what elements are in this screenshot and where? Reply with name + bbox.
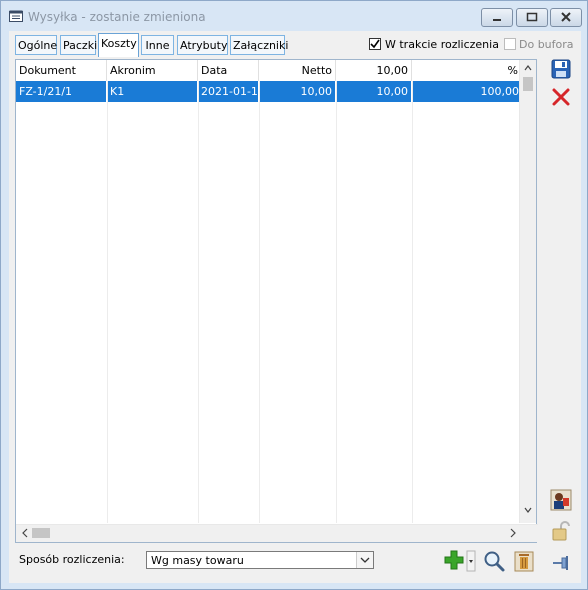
delete-button[interactable] xyxy=(512,549,536,573)
content-panel: Ogólne Paczki Koszty Inne Atrybuty Załąc… xyxy=(9,31,581,583)
pin-icon xyxy=(553,556,568,570)
checkmark-icon xyxy=(370,39,380,49)
contractor-button[interactable] xyxy=(550,489,572,511)
do-bufora-checkbox[interactable] xyxy=(504,38,516,50)
plus-green-icon xyxy=(444,550,476,572)
contractor-icon xyxy=(550,489,572,511)
column-divider xyxy=(412,81,413,523)
maximize-button[interactable] xyxy=(516,8,548,27)
table-row[interactable]: FZ-1/21/1 K1 2021-01-11 10,00 10,00 100,… xyxy=(16,81,522,102)
tab-inne[interactable]: Inne xyxy=(141,35,174,55)
tab-zalaczniki[interactable]: Załączniki xyxy=(230,35,288,55)
close-window-button[interactable] xyxy=(550,8,582,27)
sposob-rozliczenia-value: Wg masy towaru xyxy=(151,554,244,567)
cancel-button[interactable] xyxy=(550,86,572,108)
cell-amount: 10,00 xyxy=(336,81,412,102)
column-divider xyxy=(198,81,199,523)
window: Wysyłka - zostanie zmieniona Ogólne Pacz… xyxy=(0,0,588,590)
column-divider xyxy=(336,81,337,523)
pin-button[interactable] xyxy=(550,552,572,574)
scroll-left-icon[interactable] xyxy=(21,525,29,546)
tab-ogolne[interactable]: Ogólne xyxy=(15,35,57,55)
tab-koszty[interactable]: Koszty xyxy=(98,33,139,57)
cell-akronim: K1 xyxy=(107,81,198,102)
magnifier-icon xyxy=(484,551,505,572)
tab-paczki[interactable]: Paczki xyxy=(60,35,97,55)
chevron-down-icon xyxy=(360,557,370,563)
cell-netto: 10,00 xyxy=(259,81,336,102)
close-red-icon xyxy=(552,88,570,106)
trash-icon xyxy=(514,551,534,572)
column-header-data[interactable]: Data xyxy=(198,60,259,81)
window-title: Wysyłka - zostanie zmieniona xyxy=(28,10,206,24)
sposob-rozliczenia-label: Sposób rozliczenia: xyxy=(19,553,125,566)
add-button[interactable] xyxy=(443,549,477,573)
save-icon xyxy=(551,59,571,79)
cell-dokument: FZ-1/21/1 xyxy=(16,81,107,102)
tab-atrybuty[interactable]: Atrybuty xyxy=(177,35,228,55)
column-header-amount[interactable]: 10,00 xyxy=(336,60,412,81)
search-button[interactable] xyxy=(482,549,506,573)
lock-button[interactable] xyxy=(550,520,572,542)
scroll-right-icon[interactable] xyxy=(509,525,517,546)
dropdown-button[interactable] xyxy=(356,552,373,568)
horizontal-scrollbar[interactable] xyxy=(16,524,538,542)
scroll-down-icon[interactable] xyxy=(524,502,532,523)
column-divider xyxy=(259,81,260,523)
horizontal-scroll-thumb[interactable] xyxy=(32,528,50,538)
titlebar: Wysyłka - zostanie zmieniona xyxy=(1,1,587,31)
vertical-scroll-thumb[interactable] xyxy=(523,77,533,91)
table-header: Dokument Akronim Data Netto 10,00 % xyxy=(16,60,522,82)
cell-percent: 100,00 xyxy=(480,85,520,98)
vertical-scrollbar[interactable] xyxy=(519,60,536,523)
lock-icon xyxy=(552,521,570,541)
column-divider xyxy=(107,81,108,523)
column-header-percent[interactable]: % xyxy=(412,60,522,81)
save-button[interactable] xyxy=(550,58,572,80)
column-header-netto[interactable]: Netto xyxy=(259,60,336,81)
costs-table[interactable]: Dokument Akronim Data Netto 10,00 % FZ-1… xyxy=(15,59,538,543)
sposob-rozliczenia-select[interactable]: Wg masy towaru xyxy=(146,551,374,569)
w-trakcie-checkbox[interactable] xyxy=(369,38,381,50)
cell-data: 2021-01-11 xyxy=(198,81,259,102)
w-trakcie-label[interactable]: W trakcie rozliczenia xyxy=(385,38,499,51)
do-bufora-label[interactable]: Do bufora xyxy=(519,38,574,51)
app-icon xyxy=(9,10,23,22)
column-header-akronim[interactable]: Akronim xyxy=(107,60,198,81)
column-header-dokument[interactable]: Dokument xyxy=(16,60,107,81)
minimize-button[interactable] xyxy=(481,8,513,27)
